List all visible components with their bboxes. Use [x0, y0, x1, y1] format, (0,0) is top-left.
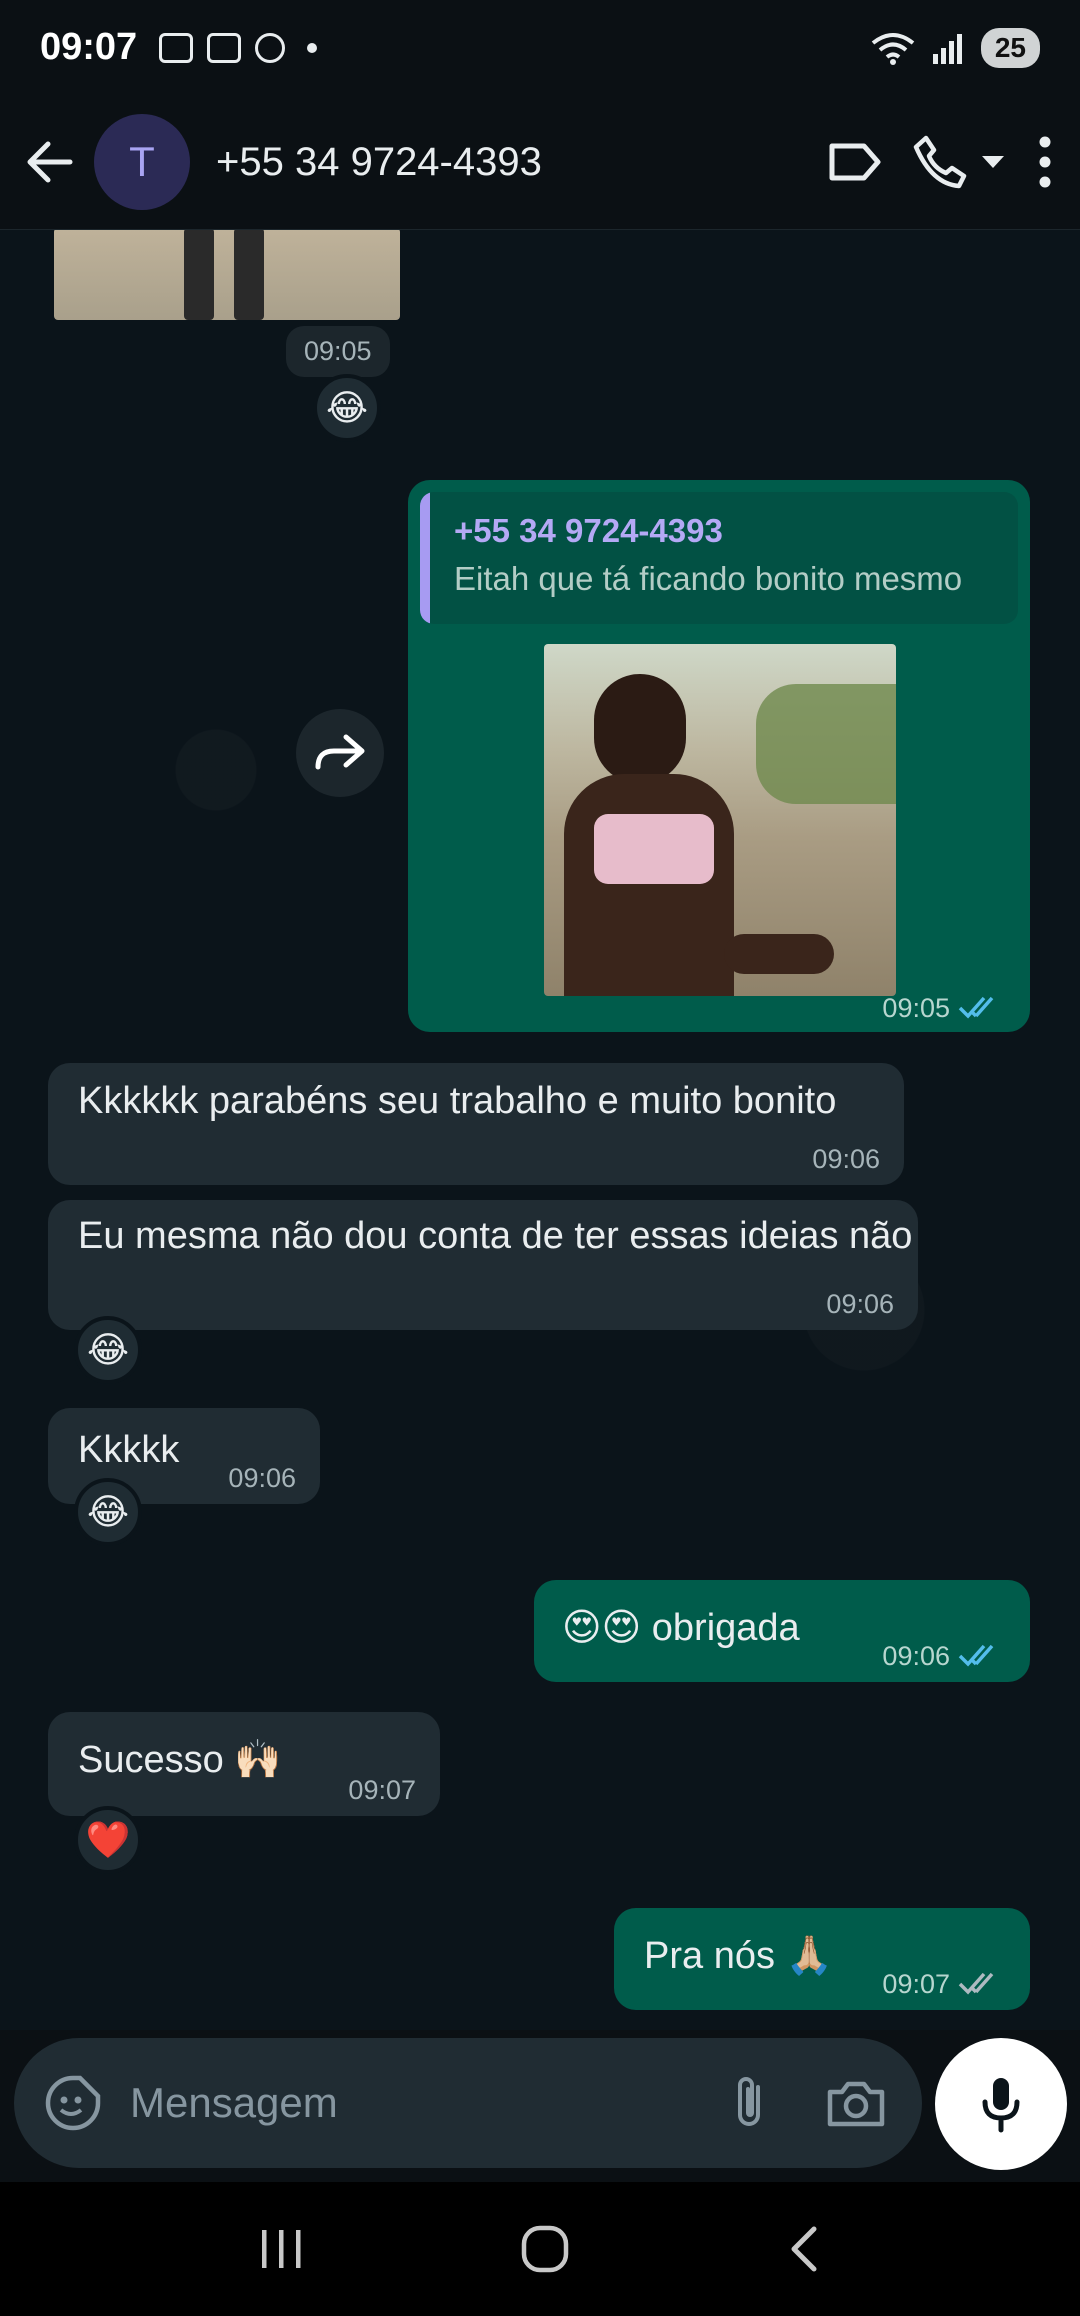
reaction-badge[interactable]: ❤️: [74, 1806, 142, 1874]
message-time: 09:06: [826, 1289, 894, 1319]
battery-level: 25: [980, 27, 1040, 68]
avatar[interactable]: T: [94, 114, 190, 210]
sent-image[interactable]: [544, 644, 896, 996]
quoted-message[interactable]: +55 34 9724-4393 Eitah que tá ficando bo…: [420, 492, 1018, 624]
message-time: 09:07: [882, 1969, 950, 1999]
message-time: 09:06: [228, 1463, 296, 1493]
reaction-emoji: 😂: [86, 1491, 130, 1532]
message-input[interactable]: Mensagem: [130, 2079, 338, 2127]
reaction-badge[interactable]: 😂: [313, 374, 381, 442]
label-button[interactable]: [828, 122, 882, 202]
outgoing-message-bubble[interactable]: 😍😍 obrigada 09:06: [534, 1580, 1030, 1682]
message-time: 09:05: [882, 993, 950, 1023]
reaction-badge[interactable]: 😂: [74, 1316, 142, 1384]
quoted-text: Eitah que tá ficando bonito mesmo: [454, 560, 963, 597]
wifi-icon: [871, 32, 915, 65]
quote-accent-bar: [420, 492, 430, 624]
message-text: Kkkkkk parabéns seu trabalho e muito bon…: [78, 1080, 837, 1122]
system-navigation-bar: [0, 2182, 1080, 2316]
message-time: 09:06: [882, 1641, 950, 1671]
back-button[interactable]: [4, 112, 94, 212]
message-text: Kkkkk: [78, 1429, 180, 1471]
read-receipt-icon: [958, 1644, 994, 1667]
incoming-image[interactable]: [54, 230, 400, 320]
status-bar: 09:07 25: [0, 0, 1080, 95]
forward-button[interactable]: [296, 709, 384, 797]
back-chevron-icon: [791, 2226, 817, 2272]
image-child-head: [594, 674, 686, 784]
recent-apps-button[interactable]: [256, 2226, 306, 2272]
image-timestamp: 09:05: [286, 326, 390, 377]
message-text: Eu mesma não dou conta de ter essas idei…: [78, 1215, 913, 1257]
image-arm: [724, 934, 834, 974]
voice-call-button[interactable]: [912, 122, 1008, 202]
quoted-sender: +55 34 9724-4393: [454, 512, 723, 549]
menu-button[interactable]: [1038, 122, 1052, 202]
message-text: Pra nós 🙏🏼: [644, 1935, 833, 1977]
status-notification-icons: [159, 32, 318, 63]
screenshot-icon: [159, 32, 194, 63]
read-receipt-icon: [958, 996, 994, 1019]
reaction-emoji: 😂: [86, 1329, 130, 1370]
scan-icon: [207, 32, 242, 63]
message-text: Sucesso 🙌🏻: [78, 1739, 282, 1781]
home-button[interactable]: [519, 2223, 571, 2275]
reaction-badge[interactable]: 😂: [74, 1478, 142, 1546]
back-arrow-icon: [27, 141, 73, 183]
message-composer: Mensagem: [14, 2038, 922, 2168]
message-text: 😍😍 obrigada: [562, 1607, 800, 1649]
phone-icon: [913, 135, 967, 189]
system-back-button[interactable]: [784, 2223, 824, 2275]
image-figure-legs: [184, 230, 214, 320]
camera-button[interactable]: [826, 2078, 886, 2128]
image-grass-bank: [756, 684, 896, 804]
incoming-message-bubble[interactable]: Eu mesma não dou conta de ter essas idei…: [48, 1200, 918, 1330]
home-icon: [521, 2225, 569, 2273]
attach-button[interactable]: [730, 2073, 770, 2133]
more-vertical-icon: [1039, 136, 1051, 188]
more-notifications-dot: [307, 42, 318, 53]
status-time: 09:07: [40, 26, 138, 68]
message-time: 09:07: [348, 1775, 416, 1805]
recent-apps-icon: [262, 2230, 301, 2268]
image-child-body: [564, 774, 734, 996]
outgoing-message-bubble[interactable]: Pra nós 🙏🏼 09:07: [614, 1908, 1030, 2010]
outgoing-message-bubble[interactable]: +55 34 9724-4393 Eitah que tá ficando bo…: [408, 480, 1030, 1032]
camera-icon: [827, 2081, 885, 2127]
label-tag-icon: [829, 143, 881, 181]
sticker-icon: [45, 2075, 101, 2131]
incoming-message-bubble[interactable]: Kkkkkk parabéns seu trabalho e muito bon…: [48, 1063, 904, 1185]
chevron-down-icon: [982, 156, 1004, 168]
avatar-letter: T: [129, 138, 155, 185]
forward-arrow-icon: [315, 734, 365, 770]
accessibility-icon: [255, 32, 286, 63]
incoming-message-bubble[interactable]: Sucesso 🙌🏻 09:07: [48, 1712, 440, 1816]
voice-message-button[interactable]: [935, 2038, 1067, 2170]
delivered-receipt-icon: [958, 1972, 994, 1995]
image-pink-top: [594, 814, 714, 884]
reaction-emoji: 😂: [325, 387, 369, 428]
chat-area[interactable]: 09:05 😂 +55 34 9724-4393 Eitah que tá fi…: [0, 230, 1080, 2030]
reaction-emoji: ❤️: [85, 1819, 131, 1860]
image-figure-legs: [234, 230, 264, 320]
message-time: 09:06: [812, 1144, 880, 1174]
microphone-icon: [982, 2078, 1020, 2133]
chat-header: T +55 34 9724-4393: [0, 95, 1080, 230]
signal-icon: [932, 33, 962, 64]
contact-name[interactable]: +55 34 9724-4393: [216, 140, 542, 185]
emoji-sticker-button[interactable]: [44, 2074, 102, 2132]
paperclip-icon: [738, 2077, 760, 2126]
